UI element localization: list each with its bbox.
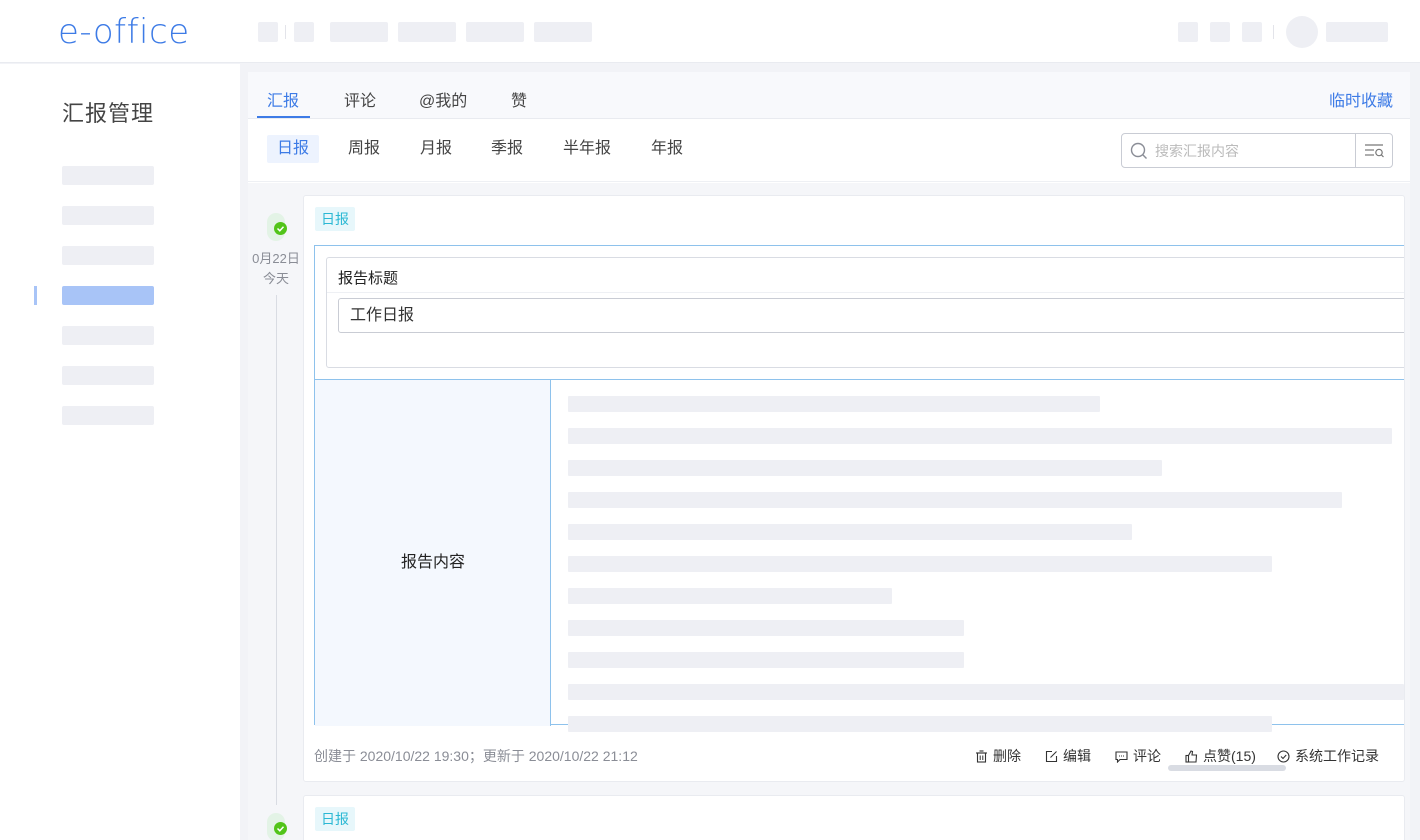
subtab-monthly[interactable]: 月报	[420, 135, 452, 163]
check-icon	[274, 822, 287, 835]
content-line	[568, 428, 1392, 444]
sidebar-item[interactable]	[62, 166, 154, 185]
nav-icon-placeholder[interactable]	[258, 22, 278, 42]
title-section: 报告标题 工作日报	[326, 257, 1404, 368]
nav-menu-placeholder[interactable]	[330, 22, 388, 42]
advanced-search-button[interactable]	[1355, 134, 1392, 167]
avatar[interactable]	[1286, 16, 1318, 48]
tab-likes[interactable]: 赞	[511, 87, 527, 111]
search-box	[1121, 133, 1393, 168]
tab-mentions[interactable]: @我的	[419, 87, 467, 111]
report-list: 0月22日 今天 日报 报告标题 工作日报 报告内容 创建于 2020/10/2…	[248, 183, 1410, 840]
user-name-placeholder[interactable]	[1326, 22, 1388, 42]
sidebar-active-marker	[34, 286, 37, 305]
like-label: 点赞(15)	[1203, 748, 1256, 764]
content-line	[568, 588, 892, 604]
title-divider	[327, 292, 1404, 293]
timeline-node	[267, 213, 287, 241]
check-icon	[274, 222, 287, 235]
title-label: 报告标题	[338, 270, 399, 287]
content-line	[568, 684, 1404, 700]
content-line	[568, 524, 1132, 540]
sidebar: 汇报管理	[0, 64, 240, 840]
content-line	[568, 716, 1272, 732]
subtab-daily[interactable]: 日报	[267, 135, 320, 163]
temp-favorites-link[interactable]: 临时收藏	[1329, 87, 1393, 111]
sidebar-item[interactable]	[62, 326, 154, 345]
logo[interactable]: e-office	[58, 12, 190, 52]
filter-search-icon	[1365, 144, 1384, 158]
search-input[interactable]	[1155, 139, 1350, 163]
search-icon[interactable]	[1130, 142, 1148, 160]
trash-icon	[976, 750, 987, 763]
header-icon-placeholder[interactable]	[1210, 22, 1230, 42]
header-separator	[1273, 25, 1274, 39]
sidebar-item-active[interactable]	[62, 286, 154, 305]
report-type-tabs: 日报 周报 月报 季报 半年报 年报	[248, 120, 1410, 182]
timeline-day-text: 今天	[262, 271, 289, 286]
content-line	[568, 396, 1100, 412]
content-label: 报告内容	[400, 554, 465, 571]
sidebar-item[interactable]	[62, 406, 154, 425]
like-button[interactable]: 点赞(15)	[1185, 746, 1256, 766]
report-form: 报告标题 工作日报 报告内容	[314, 245, 1404, 732]
report-type-tag: 日报	[315, 807, 355, 831]
tab-bar: 汇报 评论 @我的 赞 临时收藏	[248, 72, 1410, 119]
tab-comments[interactable]: 评论	[344, 87, 376, 111]
delete-button[interactable]: 删除	[975, 746, 1021, 766]
edit-icon	[1045, 750, 1058, 763]
report-card: 日报	[303, 795, 1405, 840]
subtab-half-yearly[interactable]: 半年报	[563, 135, 611, 163]
top-bar: e-office	[0, 0, 1420, 63]
delete-label: 删除	[993, 748, 1021, 764]
comment-icon	[1115, 751, 1128, 764]
work-log-button[interactable]: 系统工作记录	[1277, 746, 1379, 766]
edit-label: 编辑	[1063, 748, 1091, 764]
content-line	[568, 620, 964, 636]
header-icon-placeholder[interactable]	[1178, 22, 1198, 42]
content-line	[568, 556, 1272, 572]
comment-button[interactable]: 评论	[1115, 746, 1161, 766]
main-panel: 汇报 评论 @我的 赞 临时收藏 日报 周报 月报 季报 半年报 年报 搜索汇报…	[248, 72, 1410, 840]
report-timestamps: 创建于 2020/10/22 19:30；更新于 2020/10/22 21:1…	[314, 748, 638, 764]
edit-button[interactable]: 编辑	[1045, 746, 1091, 766]
sidebar-item[interactable]	[62, 246, 154, 265]
timeline-node	[267, 813, 287, 840]
sidebar-item[interactable]	[62, 206, 154, 225]
sidebar-title: 汇报管理	[62, 101, 155, 126]
horizontal-scrollbar[interactable]	[1168, 765, 1286, 771]
header-icon-placeholder[interactable]	[1242, 22, 1262, 42]
content-line	[568, 460, 1162, 476]
content-line	[568, 492, 1342, 508]
timeline-line	[276, 295, 277, 805]
timeline-date: 0月22日 今天	[248, 249, 304, 289]
nav-menu-placeholder[interactable]	[534, 22, 592, 42]
report-card: 日报 报告标题 工作日报 报告内容 创建于 2020/10/22 19:30；更…	[303, 195, 1405, 782]
title-field[interactable]: 工作日报	[338, 298, 1404, 333]
work-log-label: 系统工作记录	[1295, 748, 1379, 764]
sidebar-item[interactable]	[62, 366, 154, 385]
timeline-date-text: 0月22日	[252, 251, 300, 266]
content-line	[568, 652, 964, 668]
nav-separator	[285, 25, 286, 39]
nav-icon-placeholder[interactable]	[294, 22, 314, 42]
subtab-weekly[interactable]: 周报	[348, 135, 380, 163]
tab-active-underline	[257, 116, 310, 118]
report-type-tag: 日报	[315, 207, 355, 231]
content-label-cell: 报告内容	[315, 380, 551, 726]
subtab-yearly[interactable]: 年报	[651, 135, 683, 163]
nav-menu-placeholder[interactable]	[466, 22, 524, 42]
thumbs-up-icon	[1185, 750, 1198, 763]
tab-report[interactable]: 汇报	[267, 87, 299, 111]
comment-label: 评论	[1133, 748, 1161, 764]
nav-menu-placeholder[interactable]	[398, 22, 456, 42]
subtab-quarterly[interactable]: 季报	[491, 135, 523, 163]
check-circle-icon	[1277, 750, 1290, 763]
